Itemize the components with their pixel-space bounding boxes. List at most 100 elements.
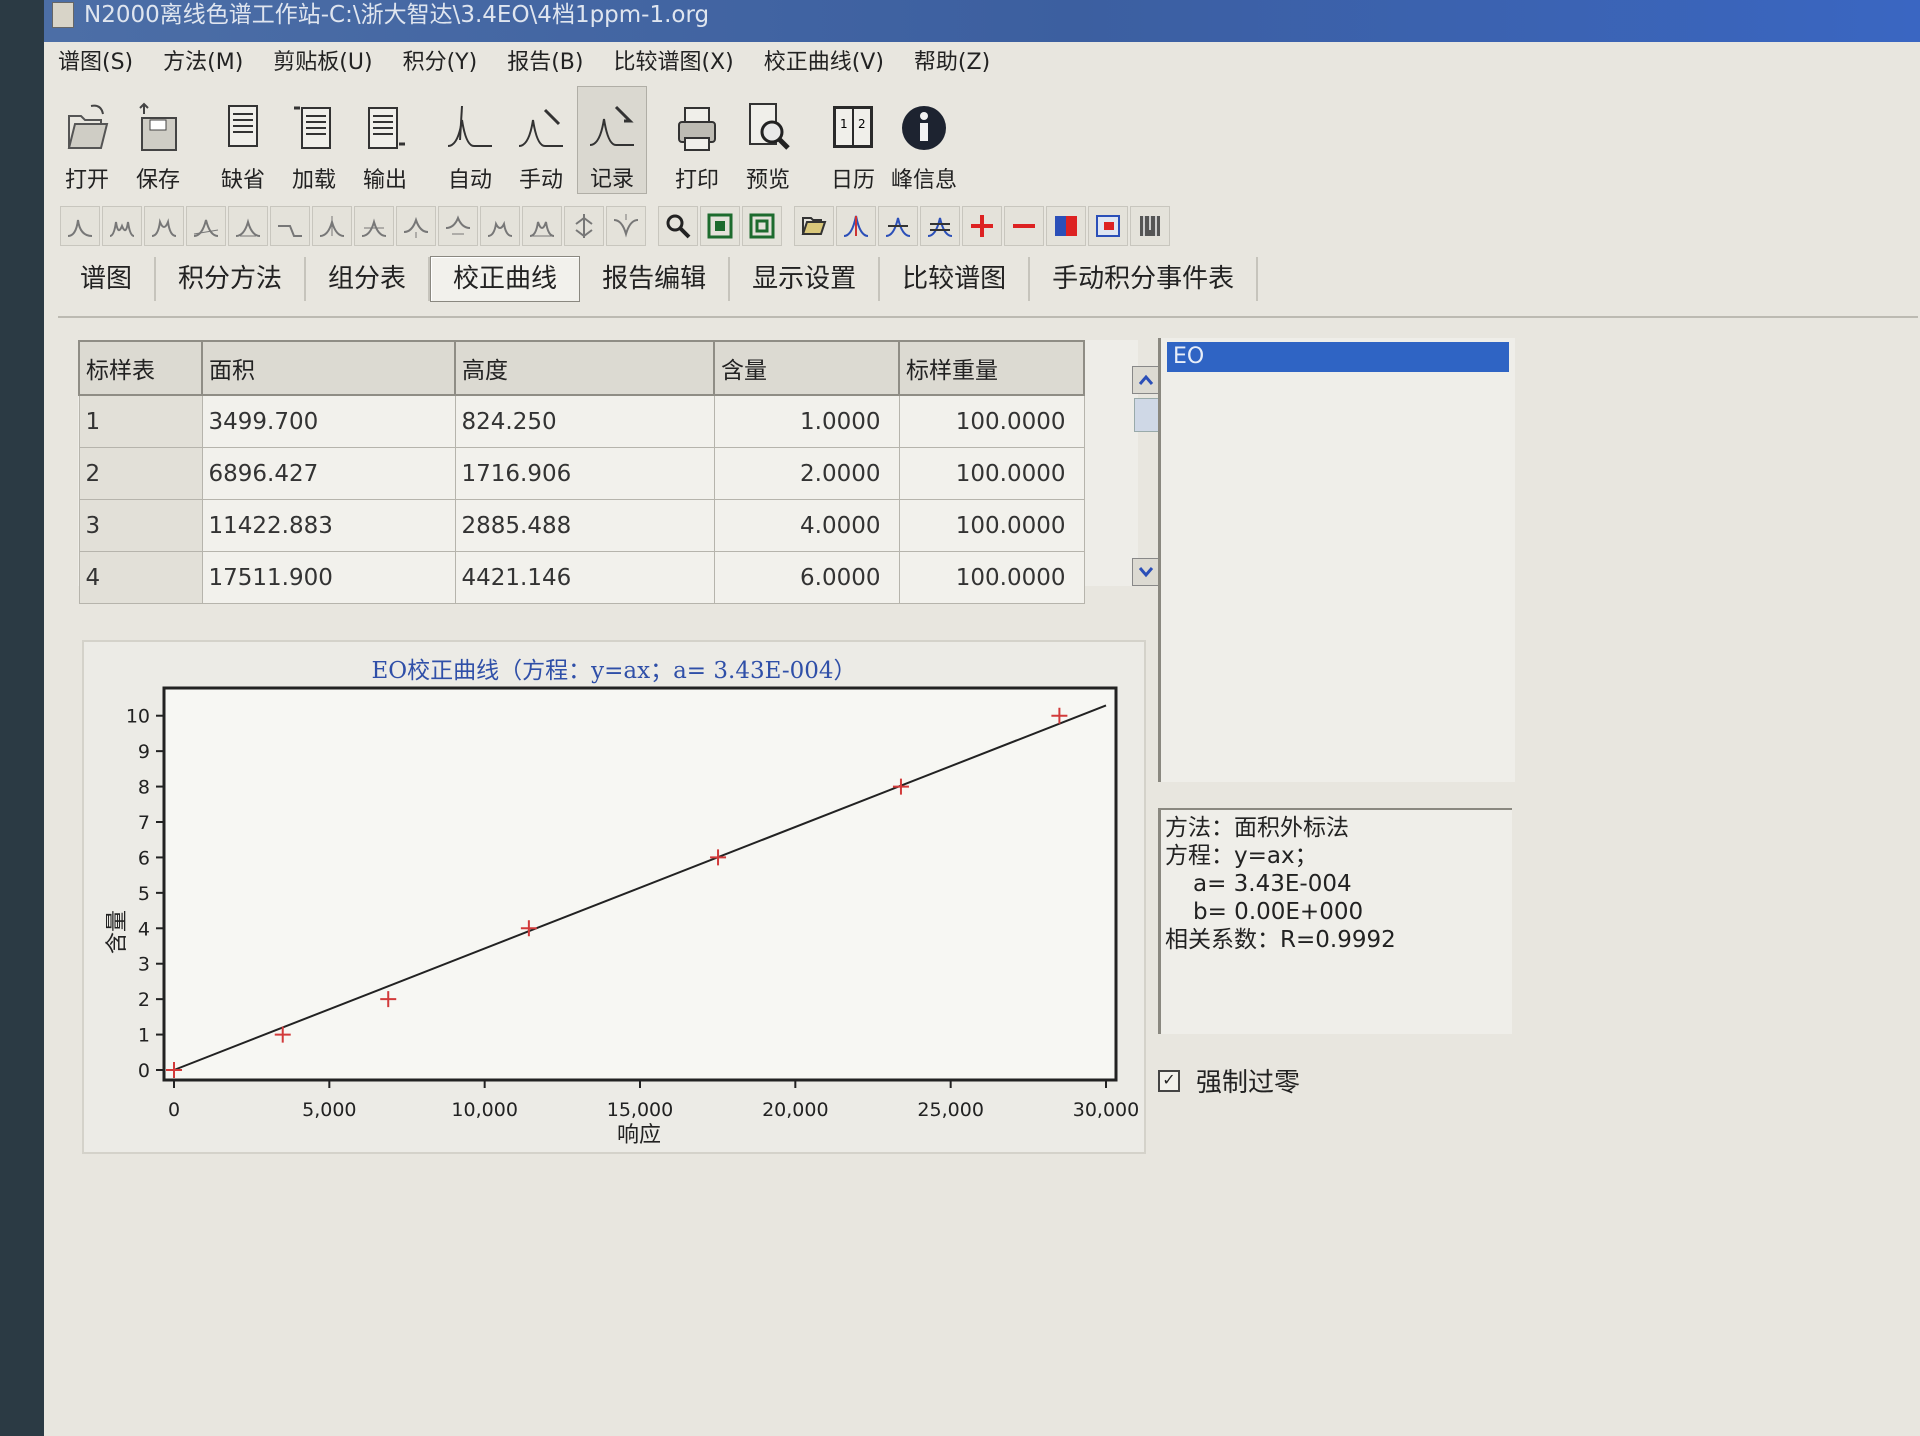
peak-info-label: 峰信息 [890,168,957,193]
print-button[interactable]: 打印 [662,86,732,194]
peak-range2-button[interactable] [920,206,960,246]
cell-content[interactable]: 2.0000 [713,447,900,500]
cell-area[interactable]: 17511.900 [201,551,456,604]
tangent-peak-icon [278,225,302,237]
calibration-panel: 标样表 面积 高度 含量 标样重量 1 3499.700 824.250 1.0… [58,316,1918,1436]
tab-component-table[interactable]: 组分表 [306,257,431,301]
cell-content[interactable]: 1.0000 [713,394,900,448]
integration-tool-7[interactable] [312,206,352,246]
table-row[interactable]: 4 17511.900 4421.146 6.0000 100.0000 [78,551,1085,604]
save-button[interactable]: 保存 [123,86,193,194]
row-index[interactable]: 3 [78,499,203,552]
force-zero-checkbox[interactable]: ✓ 强制过零 [1158,1062,1300,1099]
export-button[interactable]: 输出 [350,86,420,194]
open-button[interactable]: 打开 [52,86,122,194]
add-button[interactable] [962,206,1002,246]
tab-manual-integration-events[interactable]: 手动积分事件表 [1030,257,1259,301]
cell-weight[interactable]: 100.0000 [898,551,1085,604]
open-file-button[interactable] [794,206,834,246]
auto-button[interactable]: 自动 [435,86,505,194]
header-height[interactable]: 高度 [454,340,715,396]
cell-height[interactable]: 4421.146 [454,551,715,604]
peak-info-button[interactable]: 峰信息 [889,86,959,194]
tab-spectrum[interactable]: 谱图 [58,257,157,301]
calendar-label: 日历 [830,168,875,193]
integration-tool-3[interactable] [144,206,184,246]
menu-integration[interactable]: 积分(Y) [389,44,494,76]
cell-height[interactable]: 2885.488 [454,499,715,552]
table-row[interactable]: 2 6896.427 1716.906 2.0000 100.0000 [78,447,1085,500]
header-standard-weight[interactable]: 标样重量 [898,340,1085,396]
integration-tool-1[interactable] [60,206,100,246]
component-list[interactable]: EO [1158,338,1515,782]
bookmark-button[interactable] [1130,206,1170,246]
remove-button[interactable] [1004,206,1044,246]
table-row[interactable]: 3 11422.883 2885.488 4.0000 100.0000 [78,499,1085,552]
integration-tool-2[interactable] [102,206,142,246]
cell-area[interactable]: 11422.883 [201,499,456,552]
cell-area[interactable]: 3499.700 [201,394,456,448]
cell-weight[interactable]: 100.0000 [898,447,1085,500]
header-standard[interactable]: 标样表 [78,340,203,396]
color-button[interactable] [1046,206,1086,246]
peak-range-button[interactable] [878,206,918,246]
integration-tool-5[interactable] [228,206,268,246]
integration-tool-6[interactable] [270,206,310,246]
window-button[interactable] [1088,206,1128,246]
zoom-button[interactable] [658,206,698,246]
standard-table: 标样表 面积 高度 含量 标样重量 1 3499.700 824.250 1.0… [78,340,1160,604]
menu-clipboard[interactable]: 剪贴板(U) [259,44,388,76]
menu-help[interactable]: 帮助(Z) [900,44,1006,76]
menu-calibration[interactable]: 校正曲线(V) [750,44,900,76]
zoom-in-button[interactable] [700,206,740,246]
integration-tool-11[interactable] [480,206,520,246]
tab-display-settings[interactable]: 显示设置 [730,257,881,301]
cell-height[interactable]: 824.250 [454,394,715,448]
manual-button[interactable]: 手动 [506,86,576,194]
header-content[interactable]: 含量 [713,340,900,396]
integration-tool-12[interactable] [522,206,562,246]
component-item-eo[interactable]: EO [1167,342,1509,372]
row-index[interactable]: 1 [78,394,203,448]
menu-compare[interactable]: 比较谱图(X) [599,44,749,76]
integration-tool-14[interactable] [606,206,646,246]
plot-area [162,686,1118,1082]
tab-calibration-curve[interactable]: 校正曲线 [430,256,581,302]
tab-integration-method[interactable]: 积分方法 [156,257,307,301]
integration-tool-9[interactable] [396,206,436,246]
integration-tool-13[interactable] [564,206,604,246]
preview-button[interactable]: 预览 [733,86,803,194]
header-area[interactable]: 面积 [201,340,456,396]
zoom-out-button[interactable] [742,206,782,246]
main-toolbar: 打开 保存 缺省 加载 输出 自动 手动 记录 打印 预览 1 2 日历 峰信息 [52,82,960,194]
cell-weight[interactable]: 100.0000 [898,499,1085,552]
default-button[interactable]: 缺省 [208,86,278,194]
integration-tool-8[interactable] [354,206,394,246]
checkbox-check-icon[interactable]: ✓ [1158,1069,1180,1092]
peak-mark-button[interactable] [836,206,876,246]
cell-height[interactable]: 1716.906 [454,447,715,500]
cell-content[interactable]: 4.0000 [713,499,900,552]
window-icon [1096,215,1120,237]
row-index[interactable]: 2 [78,447,203,500]
peak-split-icon [151,218,177,237]
row-index[interactable]: 4 [78,551,203,604]
table-row[interactable]: 1 3499.700 824.250 1.0000 100.0000 [78,394,1085,448]
scroll-down-button[interactable] [1132,558,1160,586]
tab-report-edit[interactable]: 报告编辑 [580,257,731,301]
cell-area[interactable]: 6896.427 [201,447,456,500]
scrollbar-thumb[interactable] [1134,398,1160,432]
calendar-button[interactable]: 12 日历 [818,86,888,194]
menu-spectrum[interactable]: 谱图(S) [44,44,149,76]
tab-compare-spectrum[interactable]: 比较谱图 [880,257,1031,301]
cell-weight[interactable]: 100.0000 [898,394,1085,448]
scroll-up-button[interactable] [1132,366,1160,394]
load-button[interactable]: 加载 [279,86,349,194]
menu-method[interactable]: 方法(M) [149,44,259,76]
integration-tool-10[interactable] [438,206,478,246]
menu-report[interactable]: 报告(B) [493,44,599,76]
cell-content[interactable]: 6.0000 [713,551,900,604]
preview-magnifier-icon [749,103,790,150]
record-button[interactable]: 记录 [577,86,647,194]
integration-tool-4[interactable] [186,206,226,246]
